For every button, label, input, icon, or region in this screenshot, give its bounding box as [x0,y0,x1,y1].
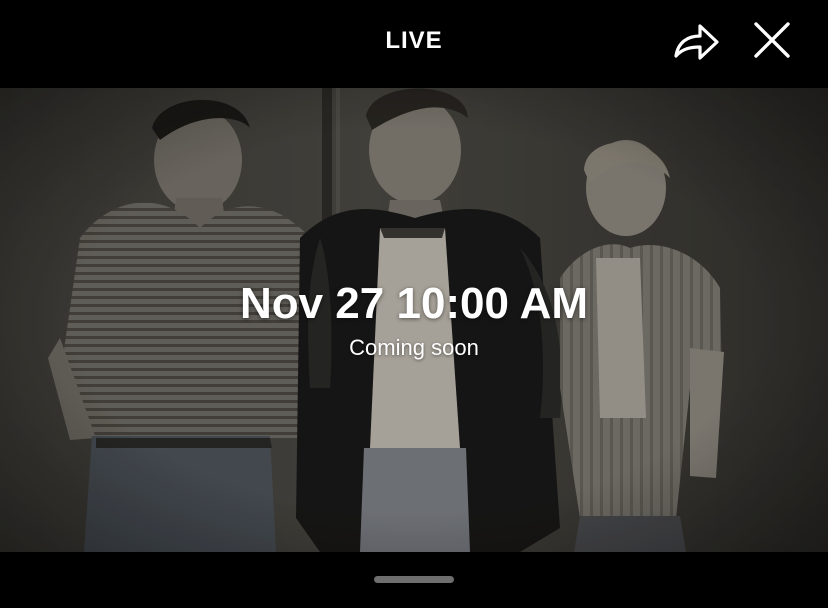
share-arrow-icon [674,24,719,60]
top-bar: LIVE [0,0,828,88]
event-photo: Nov 27 10:00 AM Coming soon [0,88,828,552]
close-icon [754,22,790,58]
event-time: Nov 27 10:00 AM [239,279,589,328]
event-info: Nov 27 10:00 AM Coming soon [0,278,828,362]
live-event-screen: LIVE Nov 27 10:00 AM Coming soon [0,0,828,608]
home-indicator[interactable] [374,576,454,583]
bottom-bar [0,552,828,608]
event-status: Coming soon [349,335,479,360]
close-button[interactable] [748,16,796,64]
share-button[interactable] [670,18,722,66]
